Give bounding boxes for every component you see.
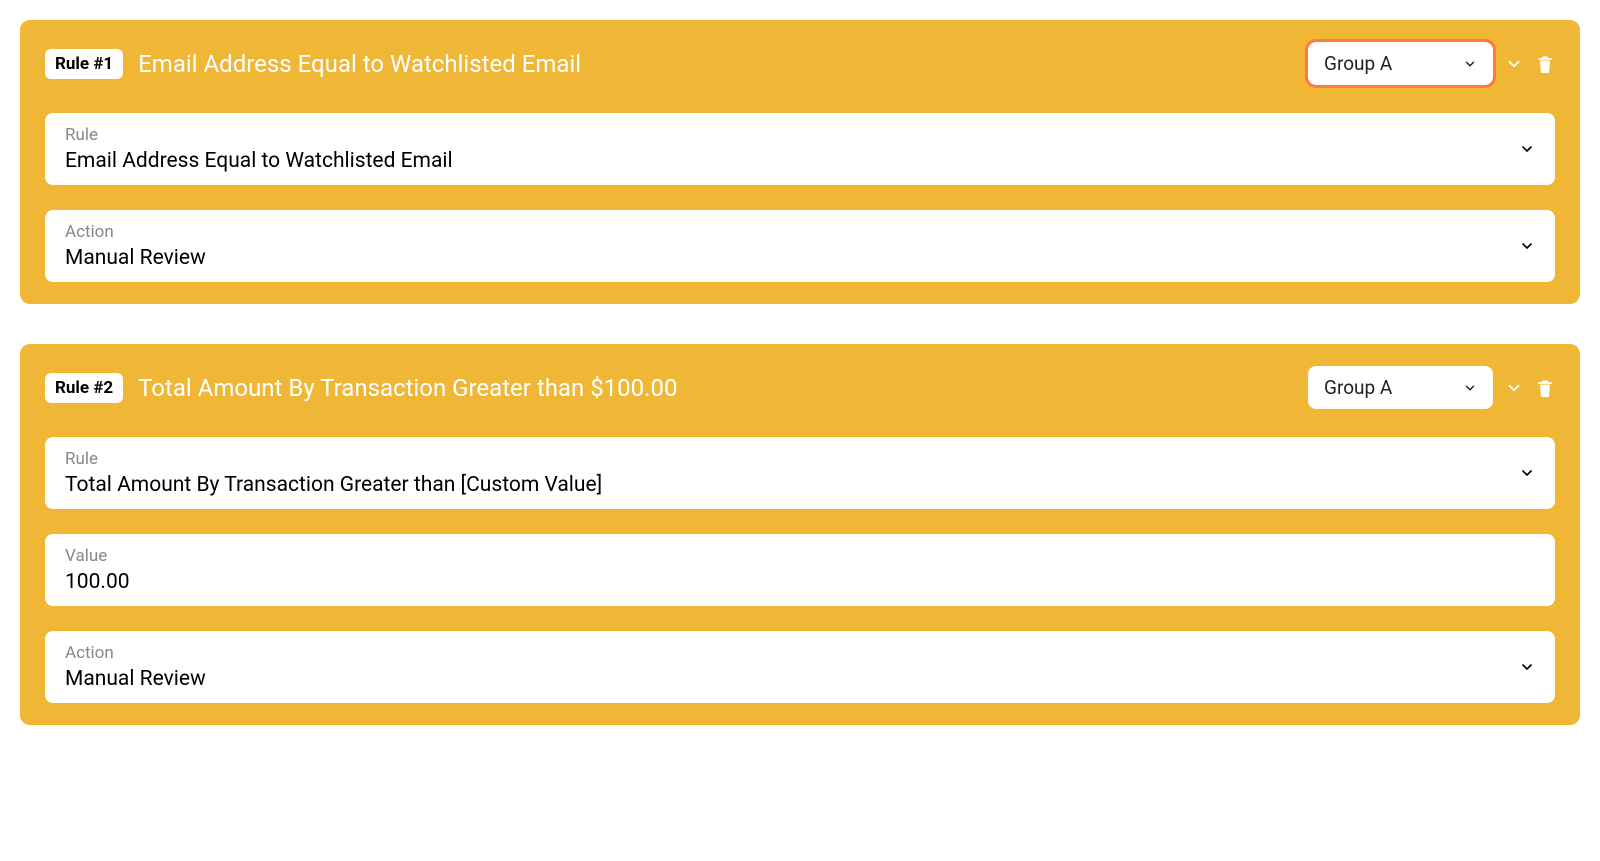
collapse-button[interactable]: [1505, 379, 1523, 397]
field-content: Action Manual Review: [65, 222, 1519, 270]
field-value: Manual Review: [65, 246, 1519, 270]
field-content: Action Manual Review: [65, 643, 1519, 691]
field-label: Rule: [65, 125, 1519, 145]
rule-badge: Rule #1: [45, 49, 123, 79]
field-value: Email Address Equal to Watchlisted Email: [65, 149, 1519, 173]
chevron-down-icon: [1505, 55, 1523, 73]
rule-card: Rule #1 Email Address Equal to Watchlist…: [20, 20, 1580, 304]
value-input[interactable]: [65, 570, 1535, 594]
field-label: Action: [65, 222, 1519, 242]
action-select-field[interactable]: Action Manual Review: [45, 210, 1555, 282]
rule-badge: Rule #2: [45, 373, 123, 403]
chevron-down-icon: [1519, 659, 1535, 675]
group-select-value: Group A: [1324, 52, 1392, 75]
collapse-button[interactable]: [1505, 55, 1523, 73]
group-select[interactable]: Group A: [1308, 366, 1493, 409]
chevron-down-icon: [1519, 465, 1535, 481]
value-input-field[interactable]: Value: [45, 534, 1555, 606]
rule-header-controls: Group A: [1308, 42, 1555, 85]
delete-button[interactable]: [1535, 377, 1555, 399]
group-select[interactable]: Group A: [1308, 42, 1493, 85]
group-select-value: Group A: [1324, 376, 1392, 399]
rule-select-field[interactable]: Rule Total Amount By Transaction Greater…: [45, 437, 1555, 509]
field-label: Value: [65, 546, 1535, 566]
field-content: Value: [65, 546, 1535, 594]
field-content: Rule Total Amount By Transaction Greater…: [65, 449, 1519, 497]
rule-title: Email Address Equal to Watchlisted Email: [138, 50, 1308, 78]
chevron-down-icon: [1463, 381, 1477, 395]
chevron-down-icon: [1505, 379, 1523, 397]
trash-icon: [1535, 53, 1555, 75]
chevron-down-icon: [1519, 141, 1535, 157]
trash-icon: [1535, 377, 1555, 399]
field-label: Action: [65, 643, 1519, 663]
delete-button[interactable]: [1535, 53, 1555, 75]
field-value: Total Amount By Transaction Greater than…: [65, 473, 1519, 497]
field-value: Manual Review: [65, 667, 1519, 691]
field-label: Rule: [65, 449, 1519, 469]
rule-header: Rule #2 Total Amount By Transaction Grea…: [45, 366, 1555, 409]
field-content: Rule Email Address Equal to Watchlisted …: [65, 125, 1519, 173]
rule-header: Rule #1 Email Address Equal to Watchlist…: [45, 42, 1555, 85]
rule-card: Rule #2 Total Amount By Transaction Grea…: [20, 344, 1580, 725]
action-select-field[interactable]: Action Manual Review: [45, 631, 1555, 703]
chevron-down-icon: [1519, 238, 1535, 254]
rule-title: Total Amount By Transaction Greater than…: [138, 374, 1308, 402]
rule-select-field[interactable]: Rule Email Address Equal to Watchlisted …: [45, 113, 1555, 185]
chevron-down-icon: [1463, 57, 1477, 71]
rule-header-controls: Group A: [1308, 366, 1555, 409]
